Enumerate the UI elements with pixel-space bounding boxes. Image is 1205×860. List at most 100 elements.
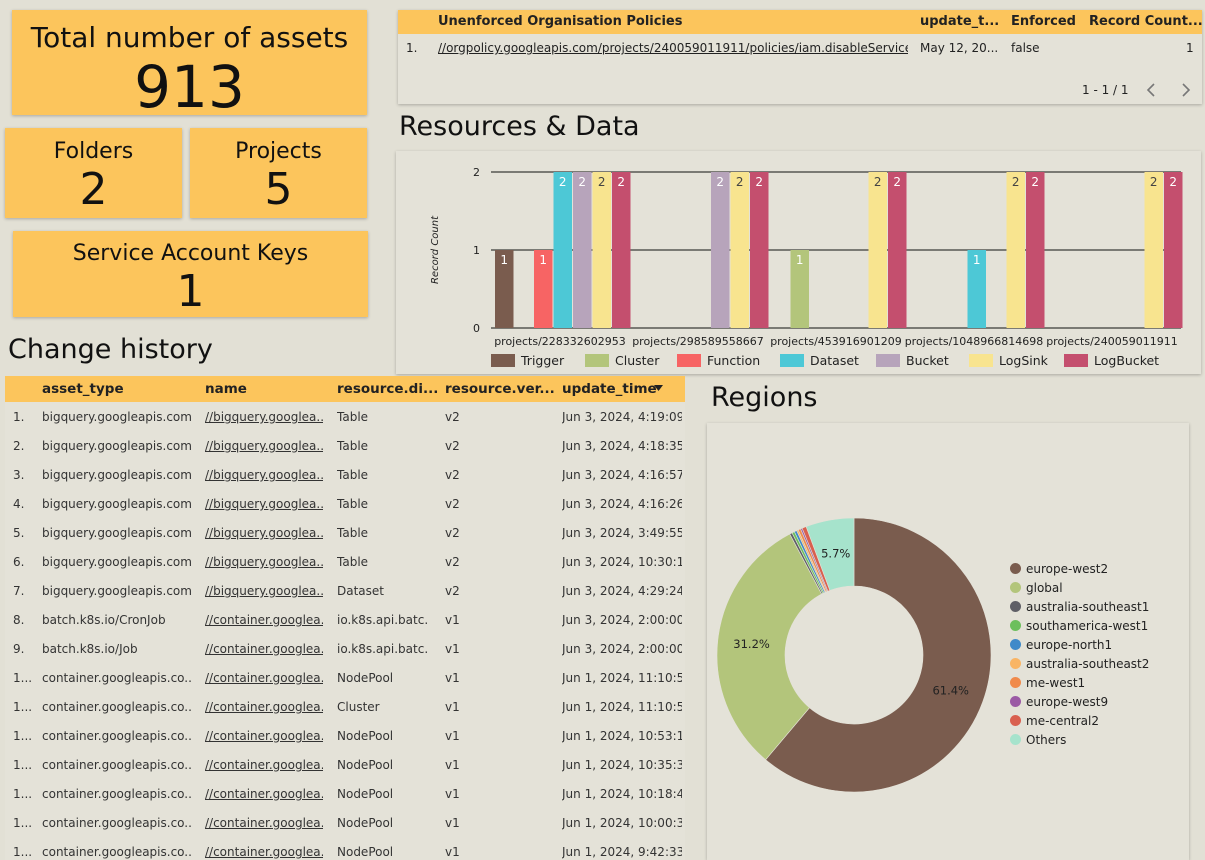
table-row[interactable]: 2. bigquery.googleapis.com... //bigquery.g… — [5, 432, 685, 461]
bar-logbucket[interactable] — [750, 172, 769, 328]
cell-resource-discovery: NodePool — [337, 729, 394, 743]
cell-name-link[interactable]: //bigquery.googlea... — [205, 526, 323, 540]
legend-item-logsink[interactable]: LogSink — [969, 353, 1048, 368]
legend-item-logbucket[interactable]: LogBucket — [1064, 353, 1159, 368]
table-row[interactable]: 7. bigquery.googleapis.com... //bigquery.g… — [5, 577, 685, 606]
cell-name-link[interactable]: //container.googlea... — [205, 729, 323, 743]
row-number: 2. — [13, 439, 25, 453]
bar-logsink[interactable] — [1144, 172, 1164, 328]
policy-col-name[interactable]: Unenforced Organisation Policies — [438, 14, 682, 29]
bar-dataset[interactable] — [553, 172, 573, 328]
legend-item-europe-west9[interactable]: europe-west9 — [1010, 695, 1108, 709]
legend-item-europe-west2[interactable]: europe-west2 — [1010, 562, 1108, 576]
policy-col-update[interactable]: update_t... — [920, 14, 999, 29]
cell-name-link[interactable]: //bigquery.googlea... — [205, 555, 323, 569]
bar-logbucket[interactable] — [612, 172, 631, 328]
legend-item-bucket[interactable]: Bucket — [876, 353, 949, 368]
table-row[interactable]: 1... container.googleapis.co... //containe… — [5, 722, 685, 751]
history-col-name[interactable]: name — [205, 381, 247, 397]
policy-col-enforced[interactable]: Enforced — [1011, 14, 1076, 29]
cell-name-link[interactable]: //container.googlea... — [205, 845, 323, 859]
cell-name-link[interactable]: //container.googlea... — [205, 700, 323, 714]
bar-bucket[interactable] — [573, 172, 592, 328]
legend-item-function[interactable]: Function — [677, 353, 760, 368]
table-row[interactable]: 1... container.googleapis.co... //containe… — [5, 751, 685, 780]
kpi-projects: Projects 5 — [190, 128, 367, 218]
row-number: 6. — [13, 555, 25, 569]
cell-asset-type: container.googleapis.co... — [42, 758, 192, 772]
cell-name-link[interactable]: //container.googlea... — [205, 758, 323, 772]
cell-name-link[interactable]: //container.googlea... — [205, 671, 323, 685]
cell-update-time: Jun 1, 2024, 11:10:5... — [562, 671, 682, 685]
cell-name-link[interactable]: //container.googlea... — [205, 613, 323, 627]
cell-name-link[interactable]: //bigquery.googlea... — [205, 584, 323, 598]
legend-item-global[interactable]: global — [1010, 581, 1063, 595]
bar-logbucket[interactable] — [1026, 172, 1045, 328]
legend-item-trigger[interactable]: Trigger — [491, 353, 564, 368]
policy-col-count[interactable]: Record Count... — [1089, 14, 1203, 29]
sort-desc-icon[interactable] — [654, 385, 663, 392]
cell-name-link[interactable]: //container.googlea... — [205, 787, 323, 801]
table-row[interactable]: 1... container.googleapis.co... //containe… — [5, 838, 685, 860]
bar-data-label: 2 — [893, 175, 901, 189]
table-row[interactable]: 9. batch.k8s.io/Job //container.googlea...… — [5, 635, 685, 664]
cell-asset-type: container.googleapis.co... — [42, 787, 192, 801]
legend-item-europe-north1[interactable]: europe-north1 — [1010, 638, 1112, 652]
bar-logsink[interactable] — [868, 172, 888, 328]
cell-name-link[interactable]: //bigquery.googlea... — [205, 468, 323, 482]
table-row[interactable]: 4. bigquery.googleapis.com... //bigquery.g… — [5, 490, 685, 519]
table-row[interactable]: 1... container.googleapis.co... //containe… — [5, 693, 685, 722]
cell-name-link[interactable]: //bigquery.googlea... — [205, 439, 323, 453]
table-row[interactable]: 1... container.googleapis.co... //containe… — [5, 780, 685, 809]
table-row[interactable]: 1... container.googleapis.co... //containe… — [5, 809, 685, 838]
legend-item-me-central2[interactable]: me-central2 — [1010, 714, 1099, 728]
bar-logsink[interactable] — [592, 172, 612, 328]
cell-name-link[interactable]: //container.googlea... — [205, 642, 323, 656]
history-col-resource-ver[interactable]: resource.ver... — [445, 381, 555, 397]
legend-dot — [1010, 715, 1021, 726]
legend-item-australia-southeast2[interactable]: australia-southeast2 — [1010, 657, 1149, 671]
legend-label: me-west1 — [1026, 676, 1086, 690]
table-row[interactable]: 1. bigquery.googleapis.com... //bigquery.g… — [5, 403, 685, 432]
cell-update-time: Jun 1, 2024, 10:53:1... — [562, 729, 682, 743]
legend-item-dataset[interactable]: Dataset — [780, 353, 859, 368]
cell-name-link[interactable]: //bigquery.googlea... — [205, 410, 323, 424]
bar-logbucket[interactable] — [888, 172, 907, 328]
x-tick-label: projects/298589558667 — [632, 335, 764, 348]
history-col-resource-disc[interactable]: resource.di... — [337, 381, 438, 397]
chevron-left-icon[interactable] — [1144, 82, 1158, 98]
table-row[interactable]: 5. bigquery.googleapis.com... //bigquery.g… — [5, 519, 685, 548]
x-tick-label: projects/228332602953 — [494, 335, 626, 348]
legend-item-cluster[interactable]: Cluster — [585, 353, 659, 368]
policy-row-link[interactable]: //orgpolicy.googleapis.com/projects/2400… — [438, 41, 908, 55]
table-row[interactable]: 8. batch.k8s.io/CronJob //container.google… — [5, 606, 685, 635]
bar-logsink[interactable] — [1006, 172, 1026, 328]
cell-asset-type: container.googleapis.co... — [42, 845, 192, 859]
history-col-update-time[interactable]: update_time — [562, 381, 657, 397]
table-row[interactable]: 3. bigquery.googleapis.com... //bigquery.g… — [5, 461, 685, 490]
cell-asset-type: bigquery.googleapis.com... — [42, 555, 192, 569]
cell-resource-discovery: Table — [337, 468, 369, 482]
table-row[interactable]: 1... container.googleapis.co... //containe… — [5, 664, 685, 693]
legend-label: europe-west9 — [1026, 695, 1109, 709]
row-number: 1... — [13, 816, 33, 830]
slice-label: 61.4% — [932, 683, 969, 697]
cell-resource-discovery: NodePool — [337, 816, 394, 830]
legend-item-me-west1[interactable]: me-west1 — [1010, 676, 1085, 690]
bar-logbucket[interactable] — [1164, 172, 1183, 328]
legend-item-Others[interactable]: Others — [1010, 733, 1066, 747]
legend-item-australia-southeast1[interactable]: australia-southeast1 — [1010, 600, 1149, 614]
legend-swatch — [491, 354, 515, 367]
table-row[interactable]: 6. bigquery.googleapis.com... //bigquery.g… — [5, 548, 685, 577]
legend-item-southamerica-west1[interactable]: southamerica-west1 — [1010, 619, 1148, 633]
bar-data-label: 2 — [617, 175, 625, 189]
cell-name-link[interactable]: //container.googlea... — [205, 816, 323, 830]
history-col-asset-type[interactable]: asset_type — [42, 381, 124, 397]
chevron-right-icon[interactable] — [1179, 82, 1193, 98]
cell-resource-version: v1 — [445, 845, 460, 859]
bar-logsink[interactable] — [730, 172, 750, 328]
bar-bucket[interactable] — [711, 172, 730, 328]
kpi-projects-label: Projects — [235, 139, 322, 164]
legend-label: Cluster — [615, 353, 660, 368]
cell-name-link[interactable]: //bigquery.googlea... — [205, 497, 323, 511]
